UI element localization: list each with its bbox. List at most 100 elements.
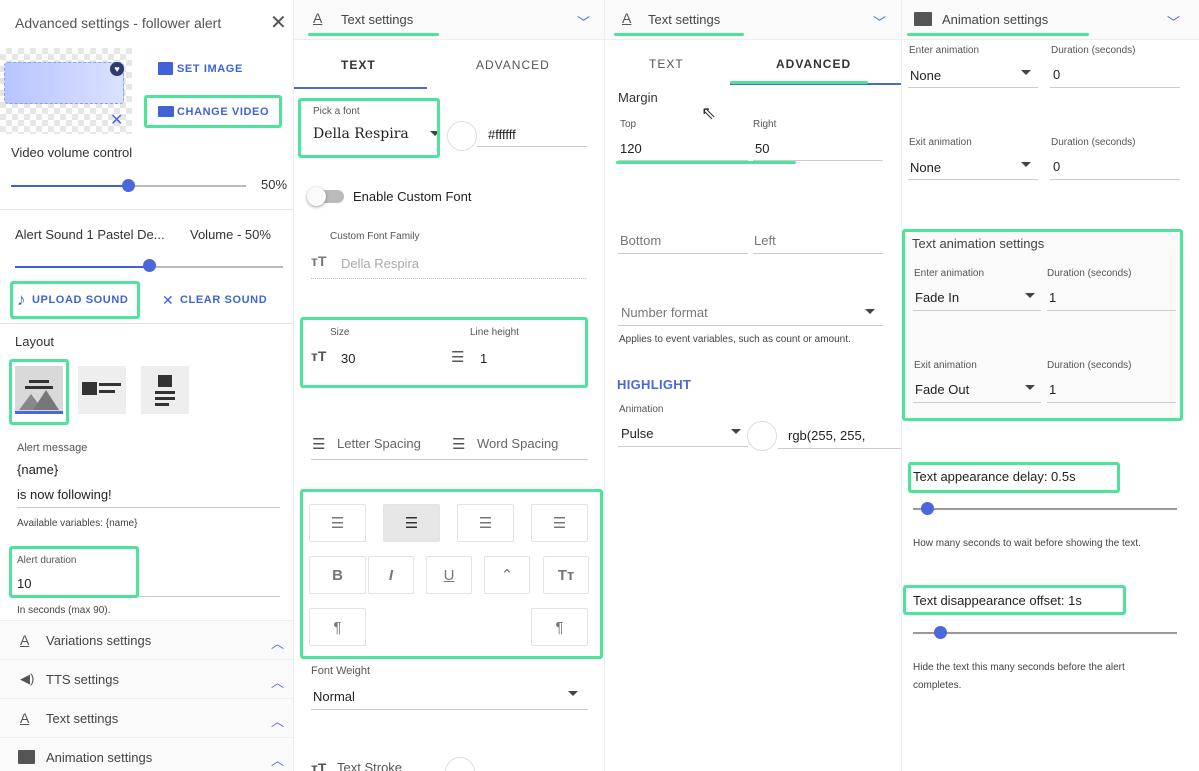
speaker-icon: ◀) [20, 671, 35, 686]
section-animation-settings[interactable]: Animation settings ︿ [0, 737, 293, 771]
underline-button[interactable]: U [426, 556, 472, 594]
clear-sound-button[interactable]: CLEAR SOUND [180, 294, 267, 306]
bold-button[interactable]: B [309, 556, 366, 594]
duration-help: In seconds (max 90). [17, 605, 111, 616]
text-settings-header[interactable]: Text settings [341, 12, 413, 27]
text-settings-panel: A Text settings ﹀ TEXT ADVANCED Pick a f… [293, 0, 604, 771]
section-text-settings[interactable]: A Text settings ︿ [0, 698, 293, 737]
remove-media-icon[interactable]: ✕ [110, 110, 123, 130]
text-enter-animation-label: Enter animation [914, 268, 985, 279]
layout-option-text-below-image[interactable] [15, 366, 63, 414]
text-exit-duration-input[interactable]: 1 [1049, 382, 1056, 397]
tab-text[interactable]: TEXT [341, 58, 376, 72]
text-transform-button[interactable]: Tт [543, 556, 589, 594]
text-size-icon: ᴛT [311, 253, 327, 269]
font-select[interactable]: Della Respira [313, 126, 409, 142]
animation-icon [18, 750, 35, 764]
text-stroke-swatch[interactable] [445, 757, 475, 771]
size-input[interactable]: 30 [341, 351, 355, 366]
text-stroke-label: Text Stroke [337, 760, 403, 771]
available-variables: Available variables: {name} [17, 518, 138, 529]
exit-animation-label: Exit animation [909, 137, 972, 148]
text-format-icon: A [622, 10, 632, 26]
letter-spacing-icon: ☰ [312, 436, 326, 453]
enter-duration-label: Duration (seconds) [1051, 45, 1136, 56]
animation-settings-panel: Animation settings ﹀ Enter animation Non… [901, 0, 1199, 771]
align-center-button[interactable]: ☰ [383, 504, 440, 542]
align-justify-button[interactable]: ☰ [531, 504, 588, 542]
exit-duration-label: Duration (seconds) [1051, 137, 1136, 148]
font-label: Pick a font [313, 106, 360, 117]
paragraph-rtl-button[interactable]: ¶ [531, 608, 588, 646]
sound-name: Alert Sound 1 Pastel De... [15, 227, 165, 242]
text-enter-animation-select[interactable]: Fade In [915, 290, 959, 305]
appearance-delay-slider[interactable] [921, 502, 934, 515]
upload-sound-button[interactable]: UPLOAD SOUND [32, 294, 128, 306]
alert-message-label: Alert message [17, 442, 88, 454]
enter-duration-input[interactable]: 0 [1053, 67, 1060, 82]
margin-top-input[interactable]: 120 [620, 141, 642, 156]
exit-animation-select[interactable]: None [910, 160, 941, 175]
text-format-icon: A [313, 10, 323, 26]
disappearance-help-line1: Hide the text this many seconds before t… [913, 662, 1125, 673]
layout-option-image-top[interactable] [141, 366, 189, 414]
tab-advanced[interactable]: ADVANCED [776, 57, 851, 71]
word-spacing-input[interactable]: Word Spacing [477, 436, 558, 451]
number-format-select[interactable]: Number format [621, 305, 708, 320]
align-left-button[interactable]: ☰ [309, 504, 366, 542]
alert-message-line1[interactable]: {name} [17, 462, 58, 477]
letter-spacing-input[interactable]: Letter Spacing [337, 436, 421, 451]
sound-volume-slider[interactable] [143, 259, 156, 272]
highlight-animation-select[interactable]: Pulse [621, 426, 654, 441]
tab-advanced[interactable]: ADVANCED [476, 58, 550, 72]
highlight-color-swatch[interactable] [747, 421, 777, 451]
paragraph-ltr-button[interactable]: ¶ [309, 608, 366, 646]
custom-font-family-label: Custom Font Family [330, 231, 420, 242]
uppercase-button[interactable]: ⌃ [484, 556, 530, 594]
font-weight-select[interactable]: Normal [313, 689, 355, 704]
alert-message-line2[interactable]: is now following! [17, 487, 112, 502]
italic-button[interactable]: I [368, 556, 414, 594]
custom-font-family-input[interactable]: Della Respira [341, 256, 419, 271]
chevron-down-icon[interactable]: ﹀ [1167, 12, 1180, 31]
chevron-up-icon: ︿ [271, 675, 285, 690]
close-icon[interactable]: ✕ [270, 13, 287, 33]
highlight-color-value[interactable]: rgb(255, 255, [788, 428, 865, 443]
appearance-delay-label: Text appearance delay: 0.5s [913, 469, 1076, 484]
margin-left-input[interactable]: Left [754, 233, 776, 248]
text-format-icon: A [20, 710, 30, 726]
text-size-icon: ᴛT [311, 348, 327, 364]
chevron-down-icon[interactable]: ﹀ [873, 12, 886, 31]
alert-duration-input[interactable]: 10 [17, 576, 31, 591]
margin-top-label: Top [620, 119, 637, 130]
section-tts-settings[interactable]: ◀) TTS settings ︿ [0, 659, 293, 698]
music-note-icon: ♪ [17, 290, 26, 309]
custom-font-toggle[interactable] [307, 187, 344, 206]
set-image-button[interactable]: SET IMAGE [177, 63, 243, 75]
chevron-down-icon[interactable]: ﹀ [577, 12, 590, 31]
line-height-input[interactable]: 1 [480, 351, 487, 366]
chevron-up-icon: ︿ [271, 714, 285, 729]
text-exit-animation-select[interactable]: Fade Out [915, 382, 969, 397]
margin-bottom-input[interactable]: Bottom [620, 233, 661, 248]
text-enter-duration-input[interactable]: 1 [1049, 290, 1056, 305]
media-preview: ♥ ✕ [0, 48, 132, 134]
section-variations-settings[interactable]: A Variations settings ︿ [0, 620, 293, 659]
exit-duration-input[interactable]: 0 [1053, 159, 1060, 174]
layout-option-image-left[interactable] [78, 366, 126, 414]
align-right-button[interactable]: ☰ [457, 504, 514, 542]
animation-icon [914, 12, 932, 26]
alert-duration-label: Alert duration [17, 555, 77, 566]
change-video-button[interactable]: CHANGE VIDEO [177, 106, 269, 118]
font-color-value[interactable]: #ffffff [488, 127, 516, 142]
animation-settings-header[interactable]: Animation settings [942, 12, 1048, 27]
text-enter-duration-label: Duration (seconds) [1047, 268, 1132, 279]
font-color-swatch[interactable] [447, 121, 477, 151]
text-settings-header[interactable]: Text settings [648, 12, 720, 27]
margin-right-input[interactable]: 50 [755, 141, 769, 156]
text-format-icon: A [20, 632, 30, 648]
disappearance-offset-slider[interactable] [934, 626, 947, 639]
video-volume-slider[interactable] [122, 179, 135, 192]
tab-text[interactable]: TEXT [649, 57, 684, 71]
enter-animation-select[interactable]: None [910, 68, 941, 83]
